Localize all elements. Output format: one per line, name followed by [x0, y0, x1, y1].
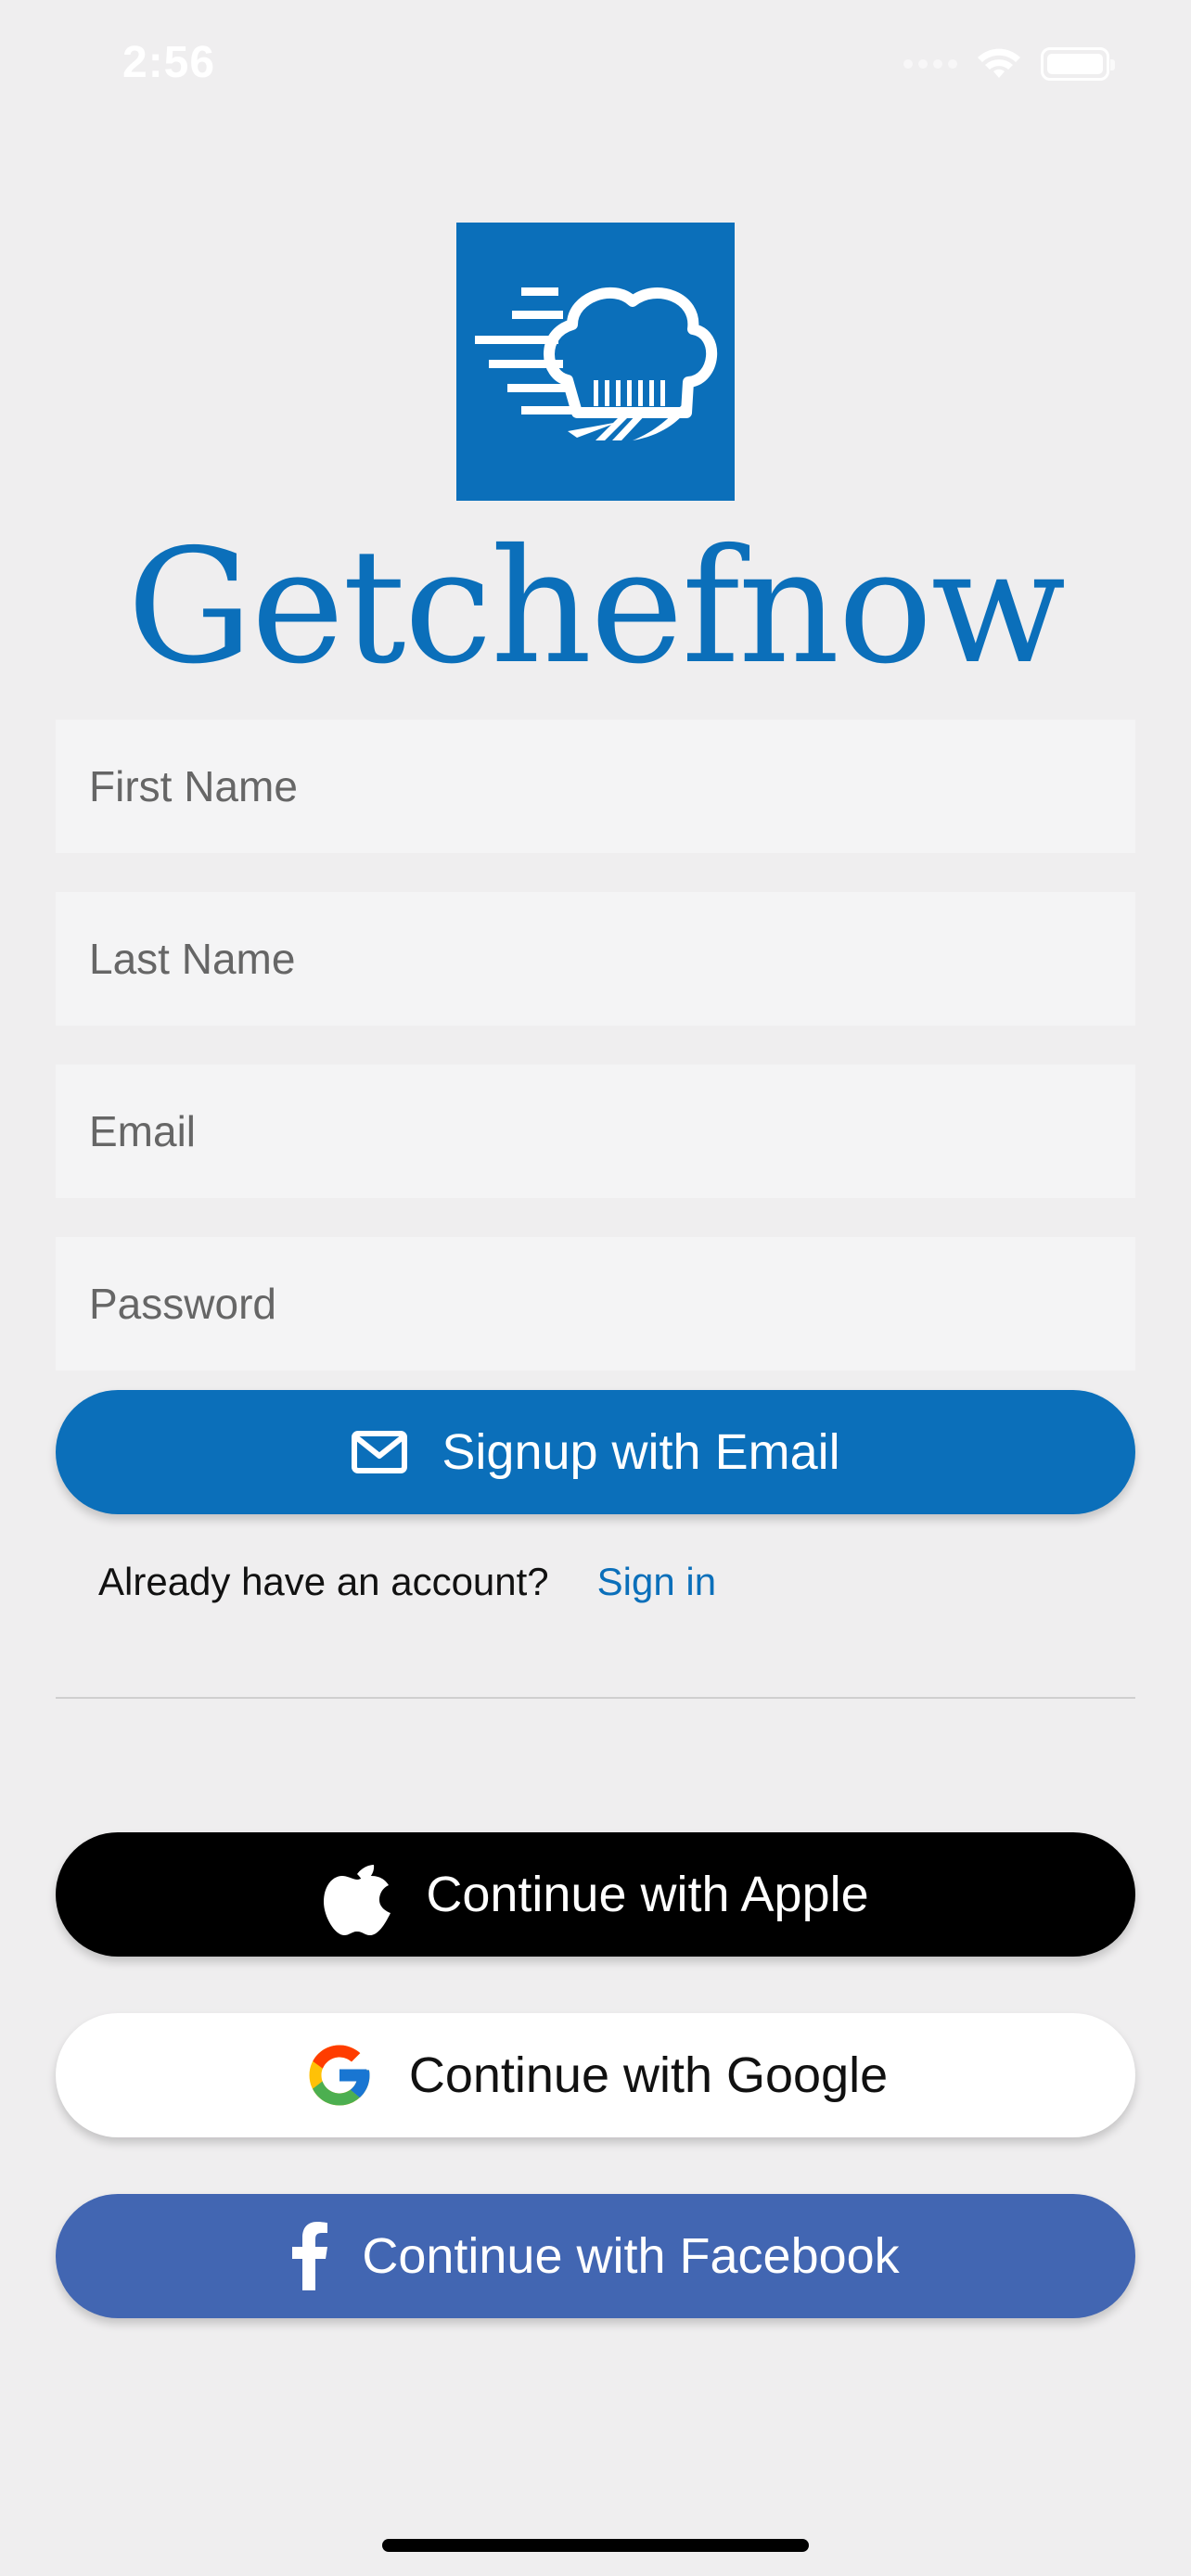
signin-row: Already have an account? Sign in — [98, 1560, 716, 1604]
continue-facebook-label: Continue with Facebook — [362, 2228, 900, 2284]
continue-google-label: Continue with Google — [408, 2047, 889, 2103]
status-icons — [903, 46, 1115, 82]
divider — [56, 1697, 1135, 1699]
facebook-icon — [292, 2222, 328, 2290]
signup-email-button[interactable]: Signup with Email — [56, 1390, 1135, 1514]
email-input[interactable] — [56, 1065, 1135, 1198]
home-indicator[interactable] — [382, 2539, 809, 2552]
chef-hat-logo-icon — [475, 287, 718, 440]
signup-screen: 2:56 Getchefnow First Name Last Name Ema… — [0, 0, 1191, 2576]
google-icon — [309, 2045, 370, 2106]
continue-apple-label: Continue with Apple — [426, 1867, 869, 1922]
signal-icon — [903, 59, 957, 69]
signin-prompt: Already have an account? — [98, 1560, 549, 1603]
password-input[interactable] — [56, 1237, 1135, 1371]
status-time: 2:56 — [122, 38, 216, 87]
signin-link[interactable]: Sign in — [597, 1560, 716, 1604]
brand-name: Getchefnow — [126, 516, 1066, 699]
app-logo — [456, 223, 735, 501]
wifi-icon — [978, 48, 1020, 78]
last-name-input[interactable] — [56, 892, 1135, 1026]
mail-icon — [352, 1431, 408, 1473]
continue-apple-button[interactable]: Continue with Apple — [56, 1832, 1135, 1957]
battery-icon — [1041, 47, 1115, 81]
continue-google-button[interactable]: Continue with Google — [56, 2013, 1135, 2137]
first-name-input[interactable] — [56, 720, 1135, 853]
apple-icon — [324, 1865, 391, 1935]
signup-email-label: Signup with Email — [442, 1424, 840, 1480]
continue-facebook-button[interactable]: Continue with Facebook — [56, 2194, 1135, 2318]
